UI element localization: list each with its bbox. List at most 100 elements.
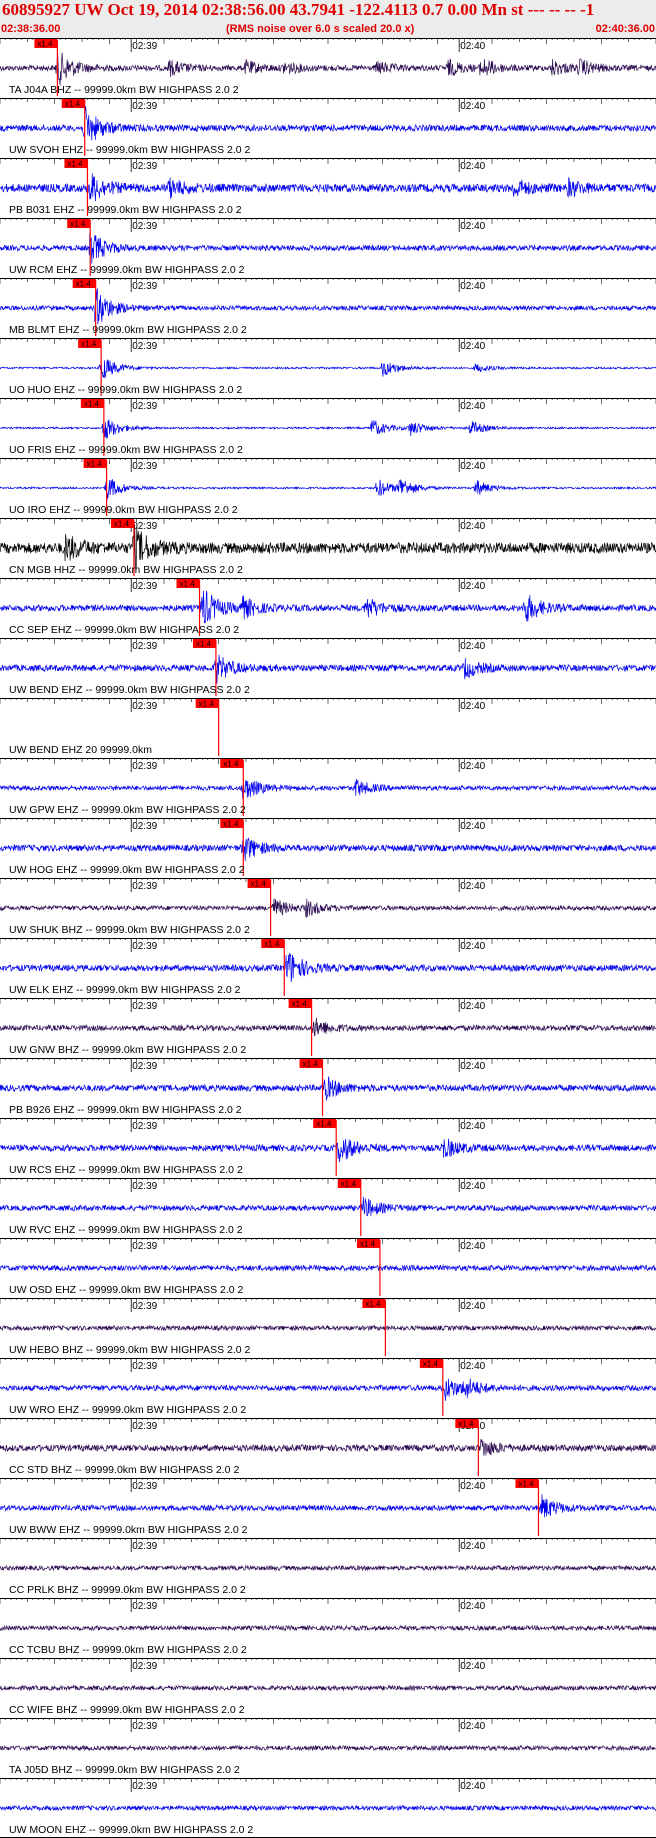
trace-label: UW HEBO BHZ -- 99999.0km BW HIGHPASS 2.0…	[9, 1344, 251, 1356]
time-label: 02:39	[132, 641, 157, 652]
pick-label: x1.4	[316, 1120, 332, 1129]
time-label: 02:39	[132, 1661, 157, 1672]
trace-label: UW ELK EHZ -- 99999.0km BW HIGHPASS 2.0 …	[9, 984, 241, 996]
time-label: 02:39	[132, 1361, 157, 1372]
time-label: 02:40	[460, 341, 485, 352]
pick-label: x1.4	[223, 820, 239, 829]
time-label: 02:40	[460, 941, 485, 952]
time-label: 02:39	[132, 1541, 157, 1552]
waveform	[0, 1438, 656, 1456]
trace-label: CC STD BHZ -- 99999.0km BW HIGHPASS 2.0 …	[9, 1464, 239, 1476]
pick-label: x1.4	[67, 160, 83, 169]
time-label: 02:40	[460, 1601, 485, 1612]
pick-label: x1.4	[84, 400, 100, 409]
trace-label: CN MGB HHZ -- 99999.0km BW HIGHPASS 2.0 …	[9, 564, 243, 576]
time-label: 02:39	[132, 281, 157, 292]
trace-label: CC WIFE BHZ -- 99999.0km BW HIGHPASS 2.0…	[9, 1704, 245, 1716]
time-label: 02:39	[132, 1781, 157, 1792]
time-label: 02:39	[132, 1601, 157, 1612]
waveform	[0, 478, 656, 501]
pick-label: x1.4	[37, 40, 53, 49]
end-time: 02:40:36.00	[595, 23, 655, 35]
pick-label: x1.4	[292, 1000, 308, 1009]
pick-label: x1.4	[360, 1240, 376, 1249]
waveform	[0, 173, 656, 202]
time-label: 02:39	[132, 461, 157, 472]
pick-label: x1.4	[81, 340, 97, 349]
pick-label: x1.4	[423, 1360, 439, 1369]
time-label: 02:40	[460, 101, 485, 112]
trace-label: MB BLMT EHZ -- 99999.0km BW HIGHPASS 2.0…	[9, 324, 247, 336]
trace-label: UW WRO EHZ -- 99999.0km BW HIGHPASS 2.0 …	[9, 1404, 246, 1416]
waveform	[0, 952, 656, 983]
trace-label: UW BEND EHZ -- 99999.0km BW HIGHPASS 2.0…	[9, 684, 250, 696]
trace-label: UO FRIS EHZ -- 99999.0km BW HIGHPASS 2.0…	[9, 444, 243, 456]
waveform	[0, 654, 656, 684]
time-label: 02:39	[132, 1301, 157, 1312]
pick-label: x1.4	[458, 1420, 474, 1429]
waveform	[0, 359, 656, 378]
trace-label: UW GNW BHZ -- 99999.0km BW HIGHPASS 2.0 …	[9, 1044, 246, 1056]
time-label: 02:40	[460, 221, 485, 232]
trace-label: CC SEP EHZ -- 99999.0km BW HIGHPASS 2.0 …	[9, 624, 239, 636]
time-label: 02:40	[460, 401, 485, 412]
time-label: 02:39	[132, 1421, 157, 1432]
time-label: 02:39	[132, 1241, 157, 1252]
time-label: 02:39	[132, 1721, 157, 1732]
scaling-note: (RMS noise over 6.0 s scaled 20.0 x)	[226, 23, 415, 35]
time-label: 02:39	[132, 341, 157, 352]
trace-label: UW RCM EHZ -- 99999.0km BW HIGHPASS 2.0 …	[9, 264, 245, 276]
pick-label: x1.4	[180, 580, 196, 589]
time-label: 02:40	[460, 1721, 485, 1732]
pick-label: x1.4	[264, 940, 280, 949]
time-label: 02:39	[132, 101, 157, 112]
time-label: 02:40	[460, 1121, 485, 1132]
waveform	[0, 1804, 656, 1812]
time-label: 02:40	[460, 1301, 485, 1312]
pick-label: x1.4	[223, 760, 239, 769]
waveform	[0, 1378, 656, 1401]
pick-label: x1.4	[65, 100, 81, 109]
pick-label: x1.4	[341, 1180, 357, 1189]
time-label: 02:40	[460, 1361, 485, 1372]
waveform	[0, 1494, 656, 1518]
time-label: 02:39	[132, 221, 157, 232]
time-label: 02:39	[132, 401, 157, 412]
trace-label: UW RVC EHZ -- 99999.0km BW HIGHPASS 2.0 …	[9, 1224, 243, 1236]
waveform	[0, 1138, 656, 1163]
trace-label: UW RCS EHZ -- 99999.0km BW HIGHPASS 2.0 …	[9, 1164, 243, 1176]
trace-label: UO HUO EHZ -- 99999.0km BW HIGHPASS 2.0 …	[9, 384, 242, 396]
waveform	[0, 1076, 656, 1101]
waveform	[0, 1017, 656, 1037]
trace-label: UW SVOH EHZ -- 99999.0km BW HIGHPASS 2.0…	[9, 144, 251, 156]
trace-label: UO IRO EHZ -- 99999.0km BW HIGHPASS 2.0 …	[9, 504, 238, 516]
time-label: 02:39	[132, 1481, 157, 1492]
time-label: 02:39	[132, 581, 157, 592]
time-label: 02:40	[460, 1241, 485, 1252]
time-label: 02:40	[460, 521, 485, 532]
pick-label: x1.4	[251, 880, 267, 889]
pick-label: x1.4	[196, 640, 212, 649]
time-label: 02:40	[460, 1661, 485, 1672]
trace-label: UW MOON EHZ -- 99999.0km BW HIGHPASS 2.0…	[9, 1824, 253, 1836]
waveform	[0, 288, 656, 325]
waveform	[0, 47, 656, 86]
time-label: 02:40	[460, 701, 485, 712]
waveform	[0, 1684, 656, 1692]
time-label: 02:40	[460, 1781, 485, 1792]
pick-label: x1.4	[70, 220, 86, 229]
time-label: 02:39	[132, 1001, 157, 1012]
time-label: 02:39	[132, 941, 157, 952]
waveform	[0, 1624, 656, 1632]
waveform	[0, 105, 656, 141]
start-time: 02:38:36.00	[1, 23, 61, 35]
trace-label: PB B926 EHZ -- 99999.0km BW HIGHPASS 2.0…	[9, 1104, 242, 1116]
time-label: 02:40	[460, 821, 485, 832]
trace-label: TA J05D BHZ -- 99999.0km BW HIGHPASS 2.0…	[9, 1764, 240, 1776]
time-label: 02:40	[460, 1541, 485, 1552]
time-label: 02:39	[132, 41, 157, 52]
time-label: 02:40	[460, 41, 485, 52]
waveform	[0, 898, 656, 918]
trace-label: UW OSD EHZ -- 99999.0km BW HIGHPASS 2.0 …	[9, 1284, 244, 1296]
time-label: 02:39	[132, 161, 157, 172]
